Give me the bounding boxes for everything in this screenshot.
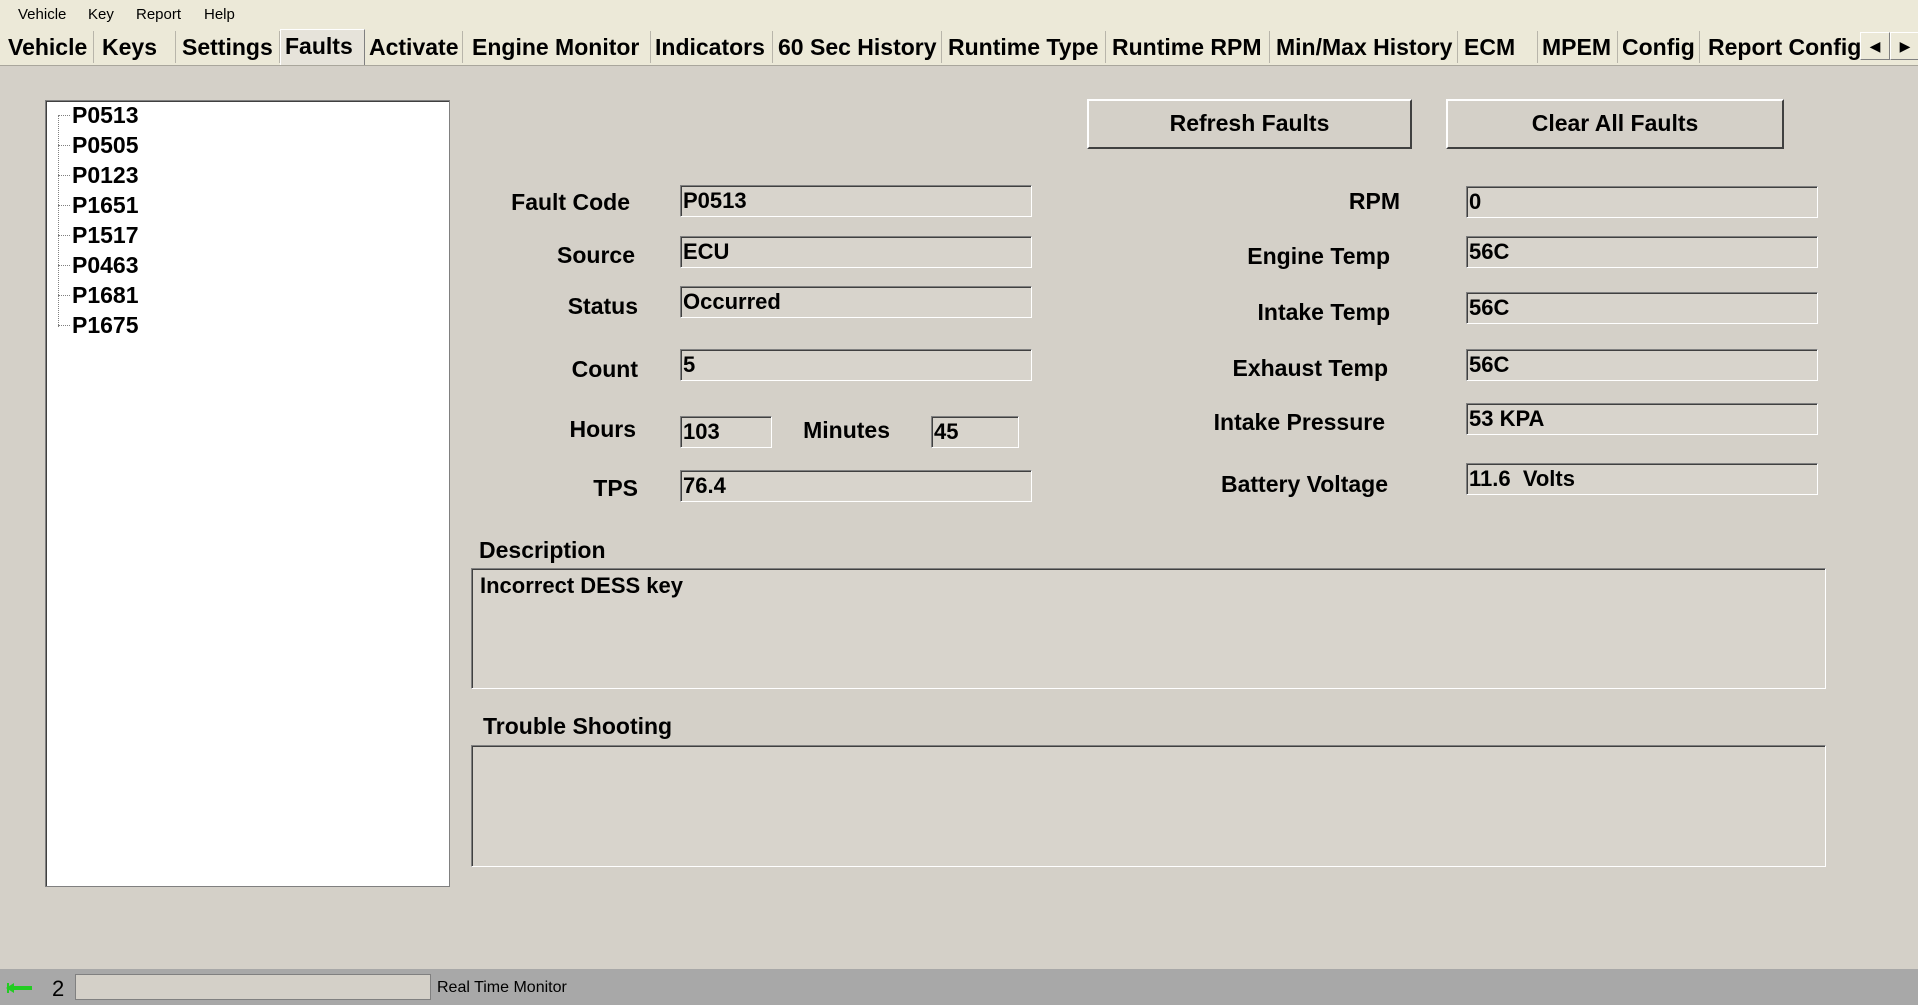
tree-tick [58,205,70,207]
description-text: Incorrect DESS key [480,573,683,598]
tab-keys[interactable]: Keys [98,31,176,63]
fault-list-item[interactable]: P0505 [72,131,139,159]
menu-vehicle[interactable]: Vehicle [18,6,66,23]
source-label: Source [557,242,635,268]
tab-activate[interactable]: Activate [365,31,463,63]
trouble-shooting-label: Trouble Shooting [483,713,673,739]
intake-pressure-label: Intake Pressure [1213,409,1385,435]
battery-voltage-label: Battery Voltage [1220,471,1388,497]
tab-runtime-type[interactable]: Runtime Type [944,31,1106,63]
fault-list-item[interactable]: P0123 [72,161,139,189]
fault-list-item[interactable]: P0463 [72,251,139,279]
intake-temp-field[interactable]: 56C [1466,292,1818,324]
tab-scroll-left-button[interactable]: ◀ [1860,32,1890,60]
minutes-label: Minutes [803,417,890,443]
status-progress-box [75,974,431,1000]
rpm-field[interactable]: 0 [1466,186,1818,218]
status-bar: 2 Real Time Monitor [0,969,1918,1005]
intake-pressure-field[interactable]: 53 KPA [1466,403,1818,435]
tab-ecm[interactable]: ECM [1460,31,1538,63]
refresh-faults-button[interactable]: Refresh Faults [1087,99,1412,149]
tab-scroll-right-button[interactable]: ▶ [1890,32,1918,60]
engine-temp-field[interactable]: 56C [1466,236,1818,268]
status-count: 2 [52,976,65,1001]
fault-list-item[interactable]: P1517 [72,221,139,249]
arrow-left-icon: ◀ [1869,38,1881,54]
status-label: Status [567,293,638,319]
tab-faults[interactable]: Faults [280,29,365,65]
status-field[interactable]: Occurred [680,286,1032,318]
arrow-right-icon: ▶ [1899,38,1911,54]
menu-bar: Vehicle Key Report Help [0,0,1918,30]
battery-voltage-field[interactable]: 11.6 Volts [1466,463,1818,495]
tab-strip: Vehicle Keys Settings Faults Activate En… [0,29,1918,66]
source-field[interactable]: ECU [680,236,1032,268]
trouble-shooting-textarea[interactable] [471,745,1826,867]
fault-list-item[interactable]: P0513 [72,101,139,129]
tab-settings[interactable]: Settings [178,31,280,63]
tab-mpem[interactable]: MPEM [1538,31,1618,63]
rpm-label: RPM [1348,188,1400,214]
tree-tick [58,235,70,237]
connection-arrows-icon [6,983,32,993]
minutes-field[interactable]: 45 [931,416,1019,448]
hours-label: Hours [569,416,636,442]
clear-all-faults-button[interactable]: Clear All Faults [1446,99,1784,149]
exhaust-temp-label: Exhaust Temp [1232,355,1389,381]
status-text: Real Time Monitor [437,979,567,996]
tab-min-max-history[interactable]: Min/Max History [1272,31,1458,63]
tree-tick [58,295,70,297]
fault-list-item[interactable]: P1651 [72,191,139,219]
fault-list-item[interactable]: P1681 [72,281,139,309]
fault-code-field[interactable]: P0513 [680,185,1032,217]
description-label: Description [479,537,606,563]
tab-config[interactable]: Config [1618,31,1700,63]
fault-list[interactable]: P0513 P0505 P0123 P1651 P1517 P0463 P168… [45,100,450,887]
tree-tick [58,145,70,147]
tab-engine-monitor[interactable]: Engine Monitor [468,31,651,63]
tps-field[interactable]: 76.4 [680,470,1032,502]
fault-list-item[interactable]: P1675 [72,311,139,339]
tree-tick [58,175,70,177]
menu-report[interactable]: Report [136,6,181,23]
menu-key[interactable]: Key [88,6,114,23]
engine-temp-label: Engine Temp [1247,243,1390,269]
exhaust-temp-field[interactable]: 56C [1466,349,1818,381]
tree-tick [58,265,70,267]
description-textarea[interactable]: Incorrect DESS key [471,568,1826,689]
fault-code-label: Fault Code [511,189,630,215]
tab-indicators[interactable]: Indicators [651,31,773,63]
intake-temp-label: Intake Temp [1257,299,1391,325]
tab-60-sec-history[interactable]: 60 Sec History [774,31,942,63]
count-label: Count [571,356,638,382]
menu-help[interactable]: Help [204,6,235,23]
count-field[interactable]: 5 [680,349,1032,381]
tab-report-config[interactable]: Report Config [1704,31,1860,63]
tree-tick [58,325,70,327]
hours-field[interactable]: 103 [680,416,772,448]
tree-tick [58,115,70,117]
tab-vehicle[interactable]: Vehicle [4,31,94,63]
tab-runtime-rpm[interactable]: Runtime RPM [1108,31,1270,63]
tps-label: TPS [593,475,638,501]
faults-panel: P0513 P0505 P0123 P1651 P1517 P0463 P168… [0,66,1918,969]
